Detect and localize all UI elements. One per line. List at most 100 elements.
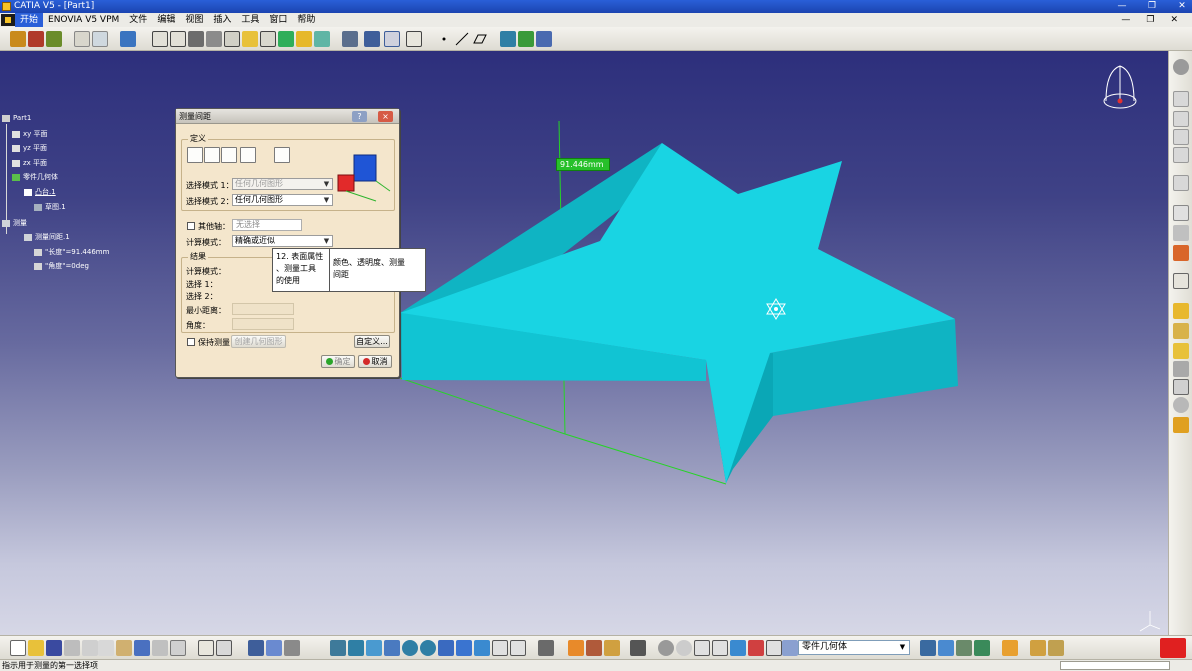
tree-pad[interactable]: 凸台.1 — [24, 187, 56, 197]
tree-sketch[interactable]: 草图.1 — [34, 202, 66, 212]
cancel-button[interactable]: 取消 — [358, 355, 392, 368]
measure-between-mode-icon[interactable] — [187, 147, 203, 163]
visibility-icon[interactable] — [766, 640, 782, 656]
shading-icon[interactable] — [474, 640, 490, 656]
axis-toggle-icon[interactable] — [694, 640, 710, 656]
iso-view-icon[interactable] — [456, 640, 472, 656]
measure-between-tool-icon[interactable] — [568, 640, 584, 656]
body-icon[interactable] — [782, 640, 798, 656]
print-icon[interactable] — [64, 640, 80, 656]
hide-show-icon[interactable] — [492, 640, 508, 656]
sphere-icon[interactable] — [1173, 397, 1189, 413]
new-file-icon[interactable] — [10, 640, 26, 656]
point-icon[interactable] — [436, 31, 452, 47]
chamfer-icon[interactable] — [170, 31, 186, 47]
measure-item-mode-icon[interactable] — [240, 147, 256, 163]
union-icon[interactable] — [1173, 303, 1189, 319]
dialog-close-button[interactable]: × — [378, 111, 393, 122]
trim-icon[interactable] — [1173, 417, 1189, 433]
tree-zx-plane[interactable]: zx 平面 — [12, 158, 47, 168]
create-geometry-button[interactable]: 创建几何图形 — [231, 335, 286, 348]
tree-body[interactable]: 零件几何体 — [12, 172, 58, 182]
view-left-icon[interactable] — [1173, 129, 1189, 145]
menu-insert[interactable]: 插入 — [208, 13, 236, 27]
selection-mode-2-combo[interactable]: 任何几何图形 ▼ — [232, 194, 333, 206]
tree-root[interactable]: Part1 — [2, 114, 31, 122]
split-icon[interactable] — [278, 31, 294, 47]
positioned-sketch-icon[interactable] — [92, 31, 108, 47]
rotate-icon[interactable] — [384, 640, 400, 656]
shaft-icon[interactable] — [46, 31, 62, 47]
open-file-icon[interactable] — [28, 640, 44, 656]
plane-icon[interactable] — [472, 31, 488, 47]
menu-enovia[interactable]: ENOVIA V5 VPM — [43, 13, 124, 27]
add-icon[interactable] — [1173, 343, 1189, 359]
keep-measure-checkbox[interactable] — [187, 338, 195, 346]
measure-between-icon[interactable] — [500, 31, 516, 47]
view-front-icon[interactable] — [1173, 91, 1189, 107]
fillet-icon[interactable] — [152, 31, 168, 47]
compass-icon[interactable] — [1103, 65, 1137, 109]
cut-icon[interactable] — [82, 640, 98, 656]
filter-icon[interactable] — [748, 640, 764, 656]
rectangular-pattern-icon[interactable] — [364, 31, 380, 47]
other-axis-checkbox[interactable] — [187, 222, 195, 230]
comment-icon[interactable] — [216, 640, 232, 656]
hole-icon[interactable] — [1173, 225, 1189, 241]
body-select[interactable]: 零件几何体 ▼ — [798, 640, 910, 655]
measure-chain-mode-icon[interactable] — [204, 147, 220, 163]
measure-item-tool-icon[interactable] — [586, 640, 602, 656]
ok-button[interactable]: 确定 — [321, 355, 355, 368]
camera-icon[interactable] — [630, 640, 646, 656]
redo-icon[interactable] — [152, 640, 168, 656]
close-surface-icon[interactable] — [314, 31, 330, 47]
menu-help[interactable]: 帮助 — [292, 13, 320, 27]
grid-icon[interactable] — [384, 31, 400, 47]
thick-surface-icon[interactable] — [296, 31, 312, 47]
dimension-label[interactable]: 91.446mm — [556, 158, 610, 171]
axis-system-icon[interactable] — [1173, 205, 1189, 221]
tree-angle[interactable]: "角度"=0deg — [34, 261, 89, 271]
view-back-icon[interactable] — [1173, 111, 1189, 127]
sketcher-tool-icon[interactable] — [920, 640, 936, 656]
menu-view[interactable]: 视图 — [180, 13, 208, 27]
apply-material-icon[interactable] — [120, 31, 136, 47]
texture-icon[interactable] — [658, 640, 674, 656]
knowledge-icon[interactable] — [974, 640, 990, 656]
layer-icon[interactable] — [730, 640, 746, 656]
catalog-icon[interactable] — [284, 640, 300, 656]
update-icon[interactable] — [538, 640, 554, 656]
menu-start[interactable]: 开始 — [15, 13, 44, 27]
customize-button[interactable]: 自定义... — [354, 335, 390, 348]
measure-fan-mode-icon[interactable] — [221, 147, 237, 163]
apply-material-tool-icon[interactable] — [956, 640, 972, 656]
view-top-icon[interactable] — [1173, 175, 1189, 191]
mdi-close-button[interactable]: ✕ — [1170, 15, 1178, 25]
other-axis-field[interactable]: 无选择 — [232, 219, 302, 231]
menu-file[interactable]: 文件 — [124, 13, 152, 27]
thickness-icon[interactable] — [224, 31, 240, 47]
photo-icon[interactable] — [938, 640, 954, 656]
close-window-button[interactable]: ✕ — [1176, 1, 1188, 12]
rib-icon[interactable] — [1173, 245, 1189, 261]
tree-measure-root[interactable]: 测量 — [2, 218, 27, 228]
fly-icon[interactable] — [330, 640, 346, 656]
undo-icon[interactable] — [134, 640, 150, 656]
table-icon[interactable] — [248, 640, 264, 656]
help-button[interactable]: ? — [352, 111, 367, 122]
draft-analysis-icon[interactable] — [1048, 640, 1064, 656]
sketcher-icon[interactable] — [74, 31, 90, 47]
tree-yz-plane[interactable]: yz 平面 — [12, 143, 47, 153]
menu-window[interactable]: 窗口 — [264, 13, 292, 27]
zoom-out-icon[interactable] — [420, 640, 436, 656]
normal-view-icon[interactable] — [438, 640, 454, 656]
selection-mode-1-combo[interactable]: 任何几何图形 ▼ — [232, 178, 333, 190]
tree-xy-plane[interactable]: xy 平面 — [12, 129, 48, 139]
calc-mode-combo[interactable]: 精确或近似 ▼ — [232, 235, 333, 247]
snap-point-icon[interactable] — [406, 31, 422, 47]
whats-this-icon[interactable] — [170, 640, 186, 656]
mdi-restore-button[interactable]: ❐ — [1146, 15, 1154, 25]
paste-icon[interactable] — [116, 640, 132, 656]
pan-icon[interactable] — [366, 640, 382, 656]
compass-tool-icon[interactable] — [1173, 59, 1189, 75]
